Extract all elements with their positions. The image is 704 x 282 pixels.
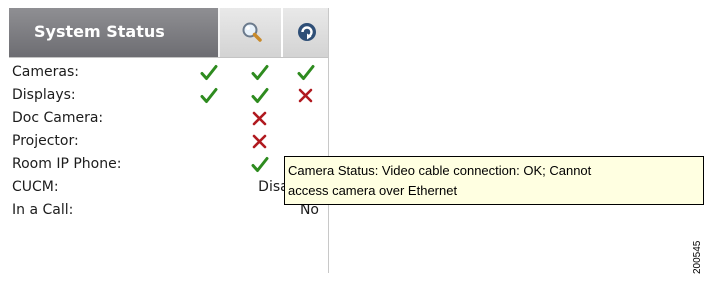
status-row-label: Projector: [12, 133, 79, 149]
panel-title: System Status [34, 22, 165, 41]
checkmark-icon [297, 65, 315, 80]
error-x-icon [252, 134, 267, 149]
panel-header: System Status [9, 8, 328, 58]
status-row-label: Cameras: [12, 64, 79, 80]
refresh-icon [298, 23, 316, 41]
checkmark-icon [200, 88, 218, 103]
tooltip-line-2: access camera over Ethernet [288, 183, 458, 198]
page: System Status Cameras: Displays: Doc Camer… [0, 0, 704, 282]
status-row-label: Doc Camera: [12, 110, 104, 126]
status-row: Room IP Phone: [9, 154, 328, 177]
status-row-label: Room IP Phone: [12, 156, 122, 172]
status-ok-cell[interactable] [250, 86, 270, 106]
status-error-cell[interactable] [250, 109, 270, 129]
panel-title-box: System Status [9, 8, 220, 57]
status-ok-cell[interactable] [250, 63, 270, 83]
status-row: Doc Camera: [9, 108, 328, 131]
status-row: Displays: [9, 85, 328, 108]
status-row-label: CUCM: [12, 179, 59, 195]
search-icon [242, 22, 262, 42]
status-row: In a Call: No [9, 200, 328, 223]
status-list: Cameras: Displays: Doc Camera: Projector: Ro… [9, 62, 328, 223]
system-status-panel: System Status Cameras: Displays: Doc Camer… [9, 8, 329, 273]
error-x-icon [252, 111, 267, 126]
search-button[interactable] [222, 8, 283, 57]
status-error-cell[interactable] [296, 86, 316, 106]
checkmark-icon [251, 157, 269, 172]
status-row-label: In a Call: [12, 202, 74, 218]
checkmark-icon [251, 65, 269, 80]
checkmark-icon [251, 88, 269, 103]
status-row: Projector: [9, 131, 328, 154]
status-row: Cameras: [9, 62, 328, 85]
tooltip-line-1: Camera Status: Video cable connection: O… [288, 163, 592, 178]
status-ok-cell[interactable] [296, 63, 316, 83]
status-row: CUCM:Disabled [9, 177, 328, 200]
status-ok-cell[interactable] [250, 155, 270, 175]
error-x-icon [298, 88, 313, 103]
status-ok-cell[interactable] [199, 86, 219, 106]
status-row-label: Displays: [12, 87, 76, 103]
figure-id: 200545 [692, 240, 703, 274]
refresh-button[interactable] [285, 8, 328, 57]
checkmark-icon [200, 65, 218, 80]
status-error-cell[interactable] [250, 132, 270, 152]
status-ok-cell[interactable] [199, 63, 219, 83]
camera-status-tooltip: Camera Status: Video cable connection: O… [284, 156, 704, 205]
